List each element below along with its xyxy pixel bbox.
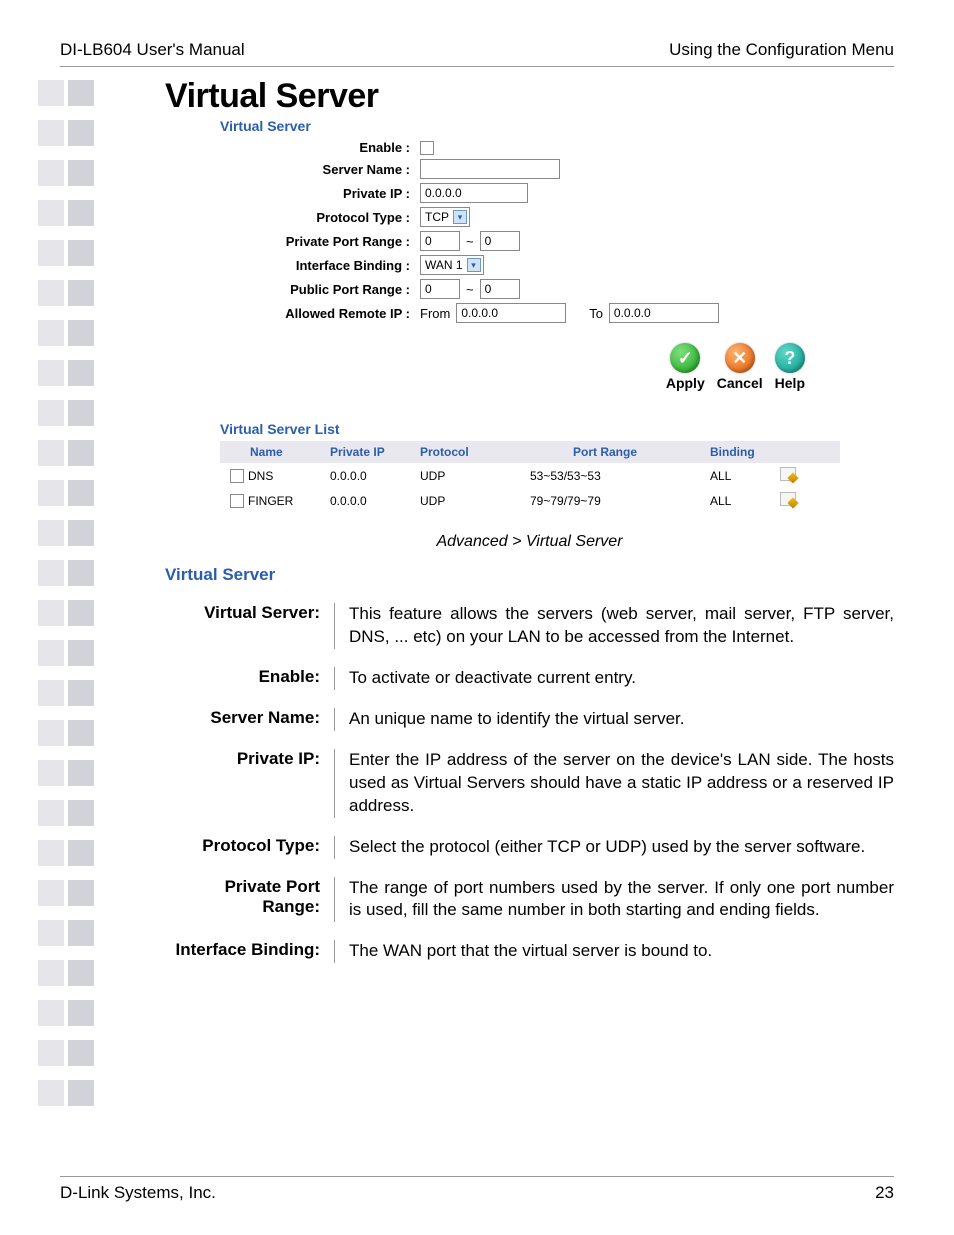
def-desc: This feature allows the servers (web ser… [335, 603, 894, 649]
row-checkbox[interactable] [230, 494, 244, 508]
def-label: Server Name: [165, 708, 335, 731]
cancel-button[interactable]: ✕ Cancel [717, 343, 763, 391]
allowed-from-input[interactable] [456, 303, 566, 323]
label-protocol-type: Protocol Type : [220, 210, 420, 225]
protocol-type-select[interactable]: TCP ▾ [420, 207, 470, 227]
list-header-row: Name Private IP Protocol Port Range Bind… [220, 441, 840, 463]
public-port-to-input[interactable] [480, 279, 520, 299]
private-port-to-input[interactable] [480, 231, 520, 251]
button-row: ✓ Apply ✕ Cancel ? Help [165, 343, 805, 391]
def-desc: An unique name to identify the virtual s… [335, 708, 894, 731]
definition-row: Virtual Server: This feature allows the … [165, 603, 894, 649]
allowed-to-input[interactable] [609, 303, 719, 323]
page-title: Virtual Server [165, 77, 894, 116]
definitions: Virtual Server: This feature allows the … [165, 603, 894, 963]
server-name-input[interactable] [420, 159, 560, 179]
def-label: Protocol Type: [165, 836, 335, 859]
col-port-range: Port Range [500, 445, 710, 459]
def-label: Interface Binding: [165, 940, 335, 963]
doc-section-title: Virtual Server [165, 565, 894, 585]
col-binding: Binding [710, 445, 780, 459]
x-icon: ✕ [725, 343, 755, 373]
row-binding: ALL [710, 494, 780, 508]
allowed-from-label: From [420, 306, 450, 321]
definition-row: Private IP: Enter the IP address of the … [165, 749, 894, 818]
label-public-port-range: Public Port Range : [220, 282, 420, 297]
edit-icon[interactable] [780, 492, 796, 506]
row-protocol: UDP [420, 494, 500, 508]
col-protocol: Protocol [420, 445, 500, 459]
row-binding: ALL [710, 469, 780, 483]
tilde-text: ~ [466, 234, 474, 249]
def-desc: Select the protocol (either TCP or UDP) … [335, 836, 894, 859]
row-port: 79~79/79~79 [500, 494, 710, 508]
def-desc: The range of port numbers used by the se… [335, 877, 894, 923]
def-label: Private Port Range: [165, 877, 335, 923]
virtual-server-form: Enable : Server Name : Private IP : Prot… [220, 140, 840, 323]
apply-button[interactable]: ✓ Apply [666, 343, 705, 391]
public-port-from-input[interactable] [420, 279, 460, 299]
def-desc: To activate or deactivate current entry. [335, 667, 894, 690]
virtual-server-list: Name Private IP Protocol Port Range Bind… [220, 441, 840, 513]
edit-icon[interactable] [780, 467, 796, 481]
label-enable: Enable : [220, 140, 420, 155]
label-interface-binding: Interface Binding : [220, 258, 420, 273]
footer-page: 23 [875, 1183, 894, 1203]
row-checkbox[interactable] [230, 469, 244, 483]
private-ip-input[interactable] [420, 183, 528, 203]
decor-squares [38, 80, 94, 1106]
row-name: FINGER [248, 494, 293, 508]
definition-row: Server Name: An unique name to identify … [165, 708, 894, 731]
protocol-type-value: TCP [425, 210, 449, 224]
footer-left: D-Link Systems, Inc. [60, 1183, 216, 1203]
help-button[interactable]: ? Help [775, 343, 805, 391]
def-desc: Enter the IP address of the server on th… [335, 749, 894, 818]
figure-caption: Advanced > Virtual Server [165, 533, 894, 551]
question-icon: ? [775, 343, 805, 373]
row-protocol: UDP [420, 469, 500, 483]
row-ip: 0.0.0.0 [330, 469, 420, 483]
definition-row: Interface Binding: The WAN port that the… [165, 940, 894, 963]
apply-label: Apply [666, 375, 705, 391]
interface-binding-select[interactable]: WAN 1 ▾ [420, 255, 484, 275]
interface-binding-value: WAN 1 [425, 258, 463, 272]
label-private-ip: Private IP : [220, 186, 420, 201]
def-label: Virtual Server: [165, 603, 335, 649]
label-allowed-remote-ip: Allowed Remote IP : [220, 306, 420, 321]
chevron-down-icon: ▾ [467, 258, 481, 272]
def-label: Enable: [165, 667, 335, 690]
def-label: Private IP: [165, 749, 335, 818]
label-private-port-range: Private Port Range : [220, 234, 420, 249]
check-icon: ✓ [670, 343, 700, 373]
row-name: DNS [248, 469, 273, 483]
definition-row: Enable: To activate or deactivate curren… [165, 667, 894, 690]
page-header: DI-LB604 User's Manual Using the Configu… [60, 40, 894, 67]
def-desc: The WAN port that the virtual server is … [335, 940, 894, 963]
list-section-title: Virtual Server List [220, 421, 894, 437]
row-port: 53~53/53~53 [500, 469, 710, 483]
definition-row: Protocol Type: Select the protocol (eith… [165, 836, 894, 859]
help-label: Help [775, 375, 805, 391]
definition-row: Private Port Range: The range of port nu… [165, 877, 894, 923]
col-name: Name [220, 445, 330, 459]
form-section-title: Virtual Server [220, 118, 894, 134]
header-right: Using the Configuration Menu [669, 40, 894, 60]
col-private-ip: Private IP [330, 445, 420, 459]
enable-checkbox[interactable] [420, 141, 434, 155]
row-ip: 0.0.0.0 [330, 494, 420, 508]
header-left: DI-LB604 User's Manual [60, 40, 245, 60]
table-row: DNS 0.0.0.0 UDP 53~53/53~53 ALL [220, 463, 840, 488]
tilde-text: ~ [466, 282, 474, 297]
page-footer: D-Link Systems, Inc. 23 [60, 1176, 894, 1203]
allowed-to-label: To [589, 306, 603, 321]
table-row: FINGER 0.0.0.0 UDP 79~79/79~79 ALL [220, 488, 840, 513]
private-port-from-input[interactable] [420, 231, 460, 251]
cancel-label: Cancel [717, 375, 763, 391]
chevron-down-icon: ▾ [453, 210, 467, 224]
label-server-name: Server Name : [220, 162, 420, 177]
